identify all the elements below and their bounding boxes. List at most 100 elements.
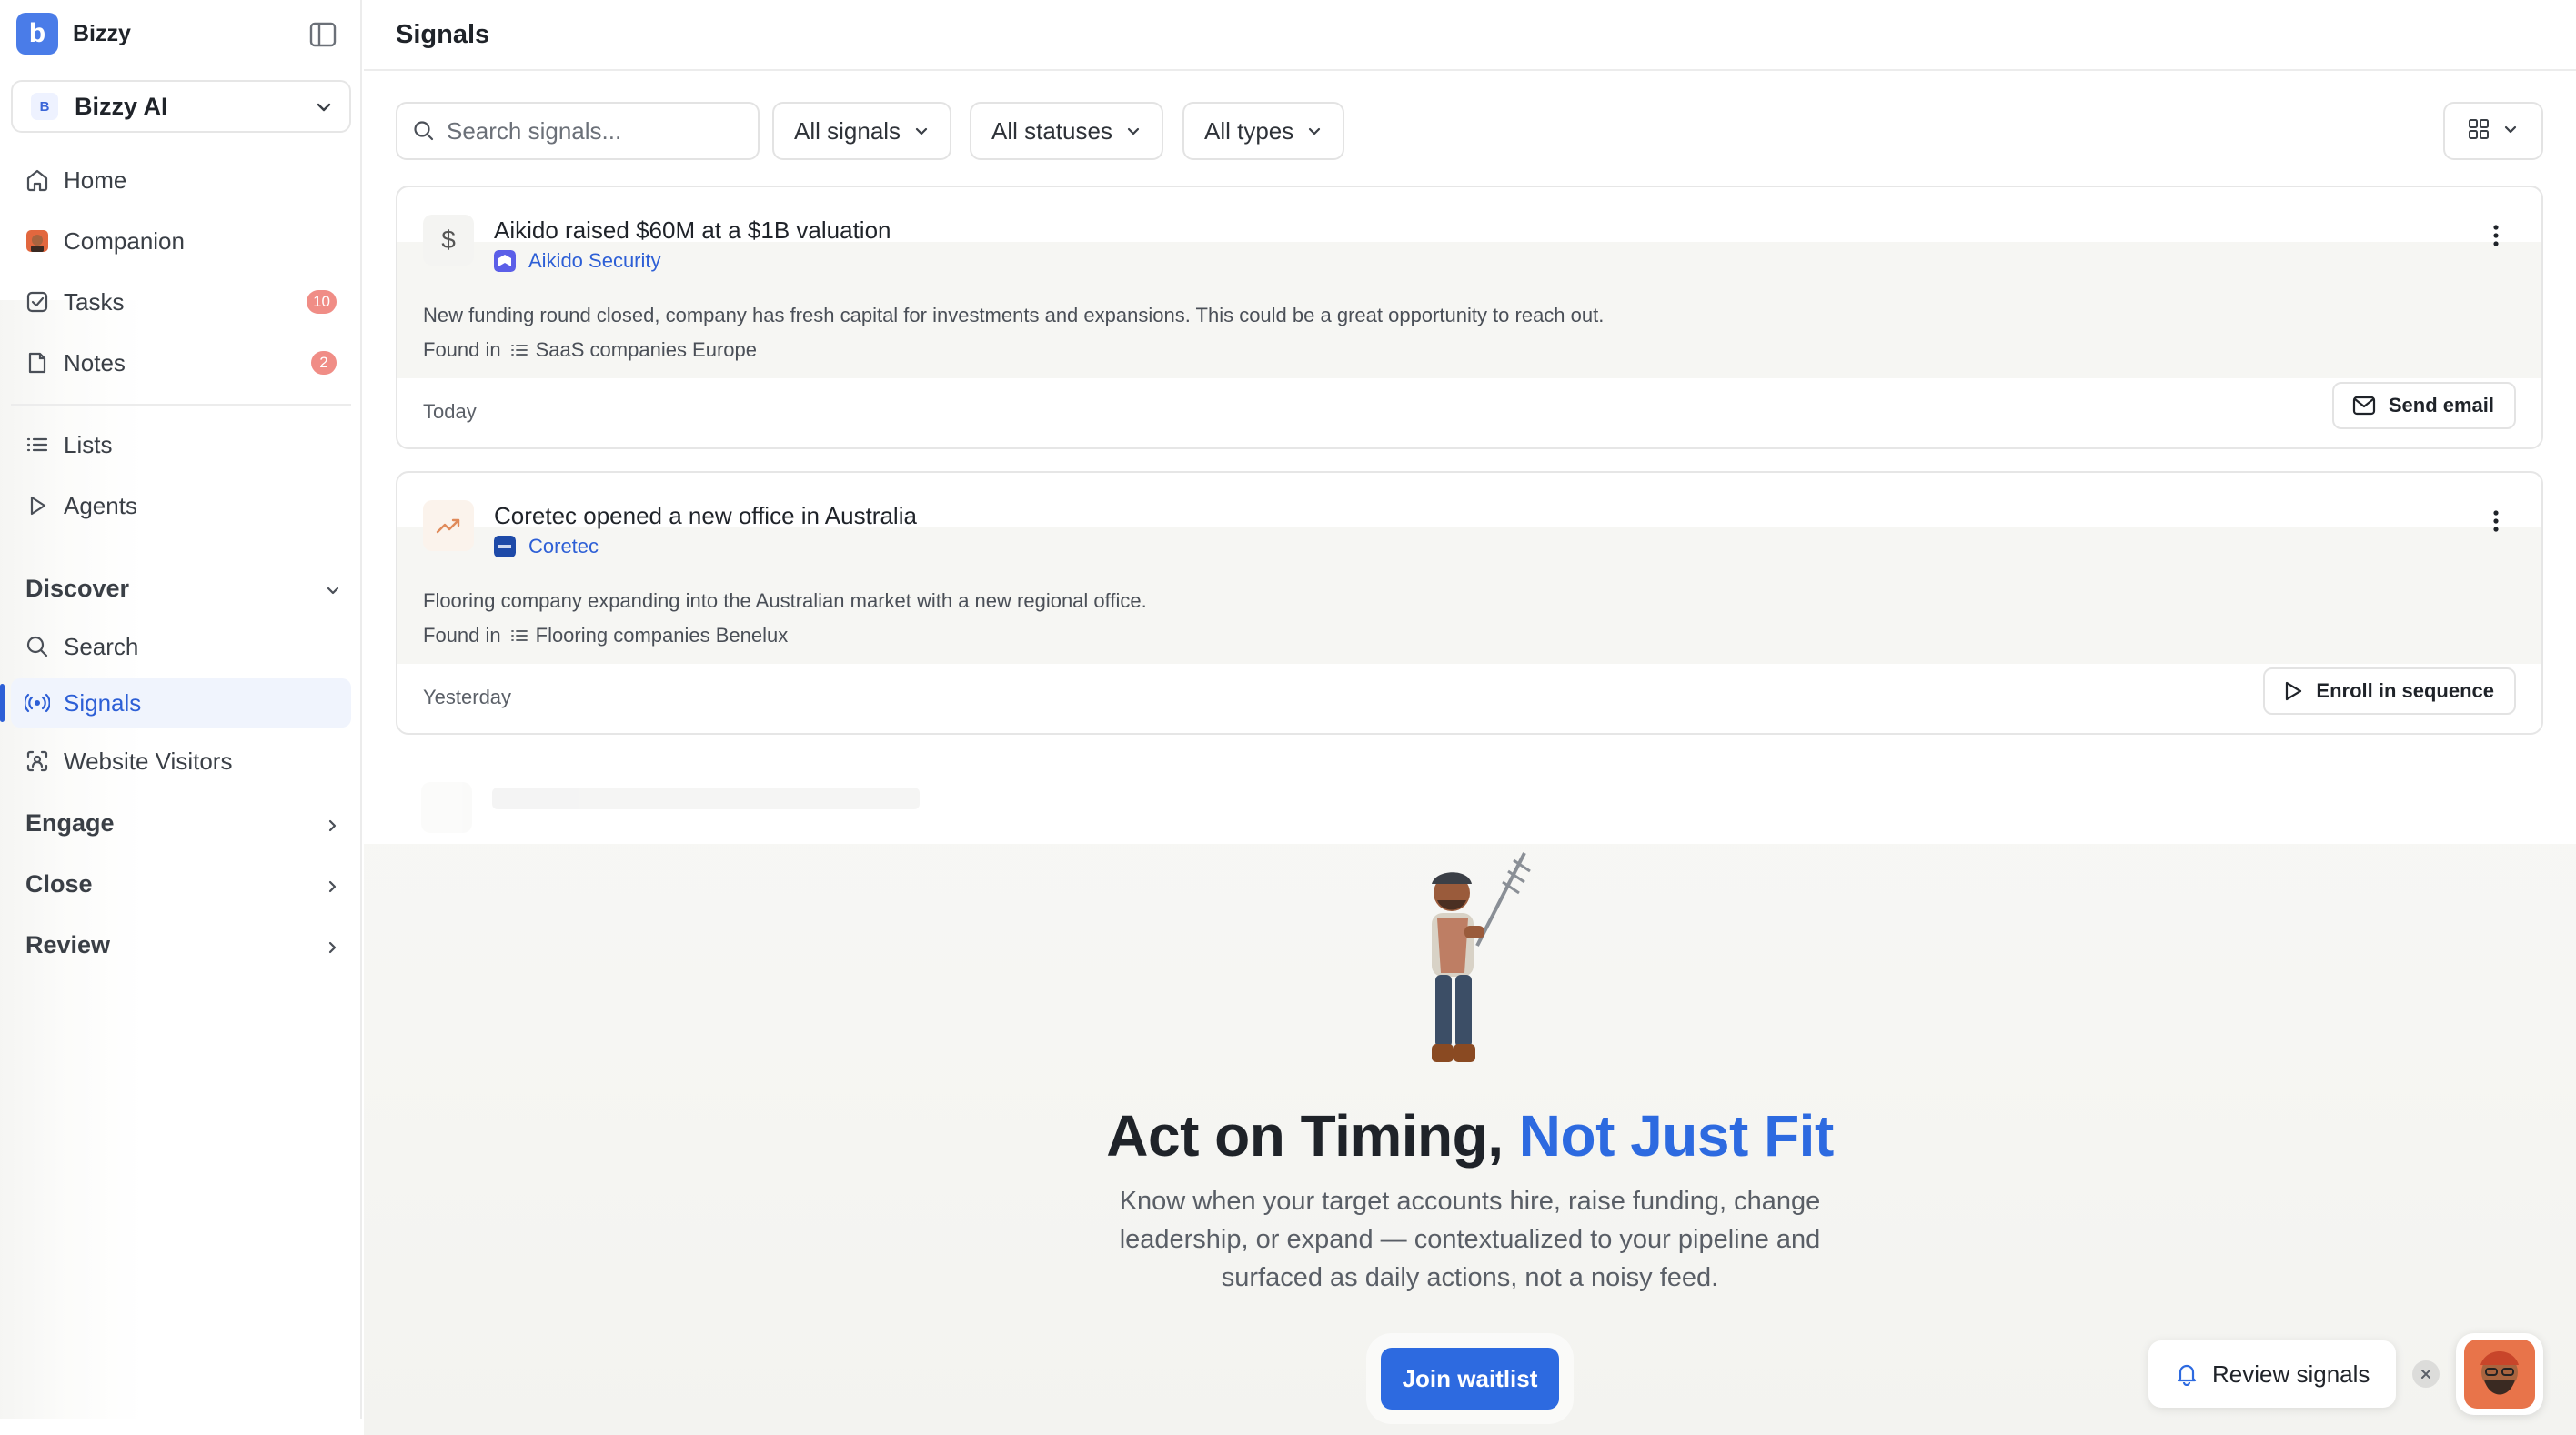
section-label: Engage [25,808,115,837]
brand-name: Bizzy [73,20,131,46]
sidebar-section-discover[interactable]: Discover [25,566,344,611]
close-icon[interactable] [2412,1360,2440,1388]
signal-description: Flooring company expanding into the Aust… [423,589,1147,612]
checkbox-icon [24,288,51,316]
home-icon [24,166,51,194]
signal-title[interactable]: Coretec opened a new office in Australia [494,502,917,530]
chevron-down-icon [1306,123,1323,139]
filter-label: All signals [794,116,901,145]
filter-label: All types [1204,116,1294,145]
list-name[interactable]: SaaS companies Europe [536,338,757,362]
sidebar-item-tasks[interactable]: Tasks 10 [11,277,351,326]
enroll-in-sequence-button[interactable]: Enroll in sequence [2263,667,2516,715]
signal-date: Today [423,400,477,423]
action-label: Enroll in sequence [2316,679,2494,702]
signal-card[interactable]: $ Aikido raised $60M at a $1B valuation … [396,186,2543,449]
brand[interactable]: b Bizzy [16,13,131,55]
section-label: Close [25,869,93,898]
sidebar-item-label: Signals [64,688,142,717]
chevron-down-icon [913,123,930,139]
filter-all-signals[interactable]: All signals [772,102,952,160]
sidebar-item-website-visitors[interactable]: Website Visitors [11,737,351,786]
more-options-icon[interactable] [2487,222,2505,249]
aikido-logo-icon [494,250,516,272]
search-signals[interactable] [396,102,760,160]
grid-icon [2468,118,2490,145]
sidebar-divider [11,404,351,406]
sidebar-item-lists[interactable]: Lists [11,420,351,469]
search-input[interactable] [447,116,738,146]
found-in: Found in SaaS companies Europe [423,338,757,362]
chevron-down-icon [324,578,342,607]
sidebar-toggle-icon[interactable] [309,22,337,47]
section-label: Discover [25,574,130,602]
list-icon [510,341,528,359]
promo-headline: Act on Timing, Not Just Fit [364,1102,2576,1169]
companion-avatar-icon [24,227,51,255]
play-icon [2283,680,2303,702]
found-in-label: Found in [423,624,501,647]
chevron-down-icon [2502,121,2519,142]
filter-all-statuses[interactable]: All statuses [970,102,1163,160]
sidebar-item-companion[interactable]: Companion [11,216,351,266]
sidebar-item-label: Home [64,166,127,194]
placeholder-title [492,788,920,809]
note-icon [24,349,51,376]
sidebar-item-label: Search [64,632,139,660]
more-options-icon[interactable] [2487,507,2505,535]
sidebar-item-home[interactable]: Home [11,156,351,205]
search-icon [24,633,51,660]
chevron-right-icon [324,935,342,963]
signal-title[interactable]: Aikido raised $60M at a $1B valuation [494,216,891,245]
notes-count-badge: 2 [311,351,337,375]
bell-icon [2176,1362,2198,1386]
sidebar-item-label: Tasks [64,287,125,316]
assistant-avatar[interactable] [2456,1333,2543,1415]
workspace-switcher[interactable]: B Bizzy AI [11,80,351,133]
company-link[interactable]: Aikido Security [494,249,661,273]
review-signals-button[interactable]: Review signals [2148,1340,2396,1408]
promo-subtext: Know when your target accounts hire, rai… [1119,1187,1821,1292]
headline-start: Act on Timing, [1106,1103,1519,1169]
mail-icon [2352,396,2376,416]
sidebar: b Bizzy B Bizzy AI Home Companion Tasks … [0,0,362,1419]
coretec-logo-icon [494,536,516,557]
radio-signal-icon [24,689,51,717]
found-in-label: Found in [423,338,501,361]
sidebar-item-notes[interactable]: Notes 2 [11,338,351,387]
faded-signal-row [396,771,2543,844]
action-label: Send email [2388,394,2494,416]
workspace-name: Bizzy AI [75,92,168,120]
play-icon [24,492,51,519]
signal-card[interactable]: Coretec opened a new office in Australia… [396,471,2543,735]
dollar-icon: $ [423,215,474,266]
review-signals-label: Review signals [2212,1360,2370,1388]
signal-description: New funding round closed, company has fr… [423,304,1605,326]
sidebar-item-signals[interactable]: Signals [0,678,351,728]
chevron-right-icon [324,874,342,902]
sidebar-item-agents[interactable]: Agents [11,481,351,530]
company-name: Aikido Security [528,249,661,272]
view-toggle-button[interactable] [2443,102,2543,160]
signal-date: Yesterday [423,686,512,708]
sidebar-section-review[interactable]: Review [25,922,344,968]
top-bar: Signals [364,0,2576,71]
company-link[interactable]: Coretec [494,535,599,558]
join-waitlist-button[interactable]: Join waitlist [1381,1348,1559,1410]
trending-up-icon [423,500,474,551]
sidebar-item-label: Lists [64,430,113,458]
mascot-illustration [1432,852,1531,1062]
visitor-scan-icon [24,748,51,775]
workspace-avatar: B [31,93,58,120]
list-name[interactable]: Flooring companies Benelux [536,624,789,647]
filter-label: All statuses [991,116,1112,145]
sidebar-item-search[interactable]: Search [11,622,351,671]
company-name: Coretec [528,535,599,557]
send-email-button[interactable]: Send email [2331,382,2516,429]
sidebar-section-engage[interactable]: Engage [25,800,344,846]
filter-all-types[interactable]: All types [1182,102,1345,160]
sidebar-item-label: Companion [64,226,185,255]
list-icon [510,627,528,645]
sidebar-section-close[interactable]: Close [25,861,344,907]
found-in: Found in Flooring companies Benelux [423,624,788,647]
